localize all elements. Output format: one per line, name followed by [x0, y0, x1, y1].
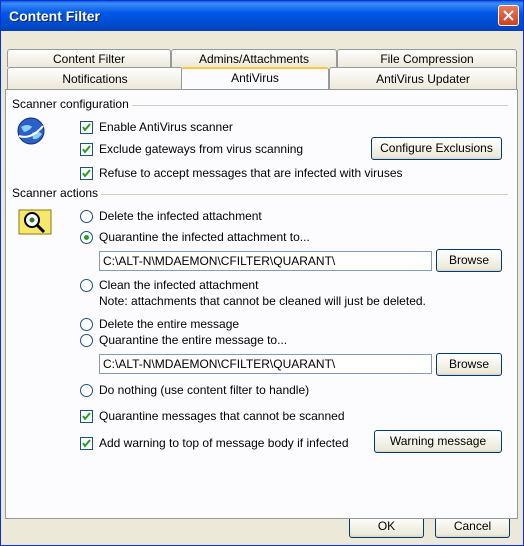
delete-attachment-label: Delete the infected attachment: [99, 209, 262, 223]
scanner-actions-label: Scanner actions: [12, 186, 102, 200]
refuse-infected-label: Refuse to accept messages that are infec…: [99, 166, 403, 180]
scanner-config-label: Scanner configuration: [12, 97, 132, 111]
quarantine-message-label: Quarantine the entire message to...: [99, 333, 288, 347]
tab-admins-attachments[interactable]: Admins/Attachments: [171, 49, 337, 67]
quarantine-attachment-radio[interactable]: [80, 231, 93, 244]
tab-label: File Compression: [380, 52, 474, 66]
enable-scanner-label: Enable AntiVirus scanner: [99, 120, 233, 134]
do-nothing-label: Do nothing (use content filter to handle…: [99, 383, 310, 397]
quarantine-attachment-label: Quarantine the infected attachment to...: [99, 230, 310, 244]
clean-attachment-label: Clean the infected attachment: [99, 278, 259, 292]
add-warning-label: Add warning to top of message body if in…: [99, 436, 349, 450]
browse-attachment-path-button[interactable]: Browse: [436, 249, 502, 272]
enable-scanner-checkbox[interactable]: [80, 121, 93, 134]
window-title: Content Filter: [9, 8, 100, 24]
quarantine-unscannable-label: Quarantine messages that cannot be scann…: [99, 409, 345, 423]
clean-attachment-radio[interactable]: [80, 279, 93, 292]
content-filter-dialog: Content Filter Content Filter Admins/Att…: [0, 0, 524, 546]
magnifier-virus-icon: [18, 208, 52, 239]
close-button[interactable]: [498, 5, 519, 26]
tab-file-compression[interactable]: File Compression: [337, 49, 517, 67]
refuse-infected-checkbox[interactable]: [80, 167, 93, 180]
tab-label: Admins/Attachments: [198, 52, 310, 66]
add-warning-checkbox[interactable]: [80, 437, 93, 450]
message-path-input[interactable]: C:\ALT-N\MDAEMON\CFILTER\QUARANT\: [99, 354, 432, 374]
close-icon: [503, 10, 514, 21]
quarantine-unscannable-checkbox[interactable]: [80, 410, 93, 423]
delete-attachment-radio[interactable]: [80, 210, 93, 223]
configure-exclusions-button[interactable]: Configure Exclusions: [371, 137, 502, 160]
warning-message-button[interactable]: Warning message: [374, 430, 502, 453]
tab-antivirus[interactable]: AntiVirus: [181, 67, 329, 89]
title-bar[interactable]: Content Filter: [1, 1, 523, 31]
tab-notifications[interactable]: Notifications: [7, 67, 183, 89]
delete-message-radio[interactable]: [80, 318, 93, 331]
quarantine-message-radio[interactable]: [80, 334, 93, 347]
tab-label: Content Filter: [52, 52, 126, 66]
tab-label: AntiVirus Updater: [376, 72, 470, 86]
antivirus-panel: Scanner configuration Enable AntiVirus s…: [5, 89, 518, 519]
exclude-gateways-checkbox[interactable]: [80, 143, 93, 156]
exclude-gateways-label: Exclude gateways from virus scanning: [99, 142, 304, 156]
attachment-path-input[interactable]: C:\ALT-N\MDAEMON\CFILTER\QUARANT\: [99, 251, 432, 271]
delete-message-label: Delete the entire message: [99, 317, 240, 331]
tab-label: Notifications: [62, 72, 128, 86]
browse-message-path-button[interactable]: Browse: [436, 353, 502, 376]
clean-note: Note: attachments that cannot be cleaned…: [99, 294, 426, 308]
tab-content-filter[interactable]: Content Filter: [7, 49, 171, 67]
do-nothing-radio[interactable]: [80, 384, 93, 397]
tab-antivirus-updater[interactable]: AntiVirus Updater: [329, 67, 517, 89]
globe-scan-icon: [16, 116, 46, 149]
tab-label: AntiVirus: [231, 71, 279, 85]
